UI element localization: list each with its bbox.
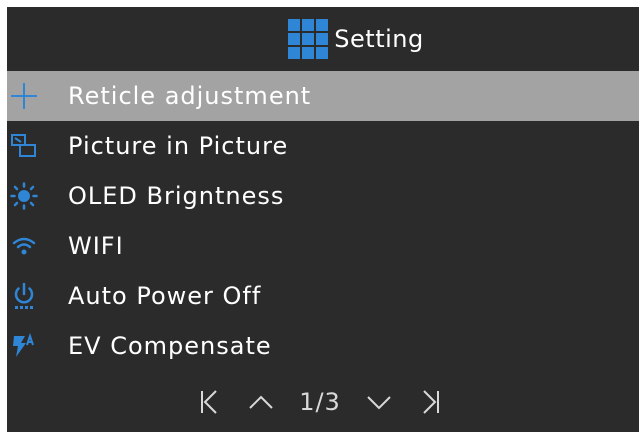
menu-item-reticle-adjustment[interactable]: Reticle adjustment <box>7 71 639 121</box>
menu-item-label: Picture in Picture <box>68 132 289 160</box>
page-title: Setting <box>334 25 424 53</box>
menu-item-ev-compensate[interactable]: EV Compensate <box>7 321 639 371</box>
chevron-up-icon[interactable] <box>247 388 275 416</box>
menu-item-label: WIFI <box>68 232 124 260</box>
page-indicator: 1/3 <box>299 388 341 416</box>
menu-item-label: Reticle adjustment <box>68 82 312 110</box>
menu-item-wifi[interactable]: WIFI <box>7 221 639 271</box>
menu-item-label: OLED Brigntness <box>68 182 285 210</box>
exposure-icon <box>10 332 38 360</box>
wifi-icon <box>10 232 38 260</box>
menu-item-label: EV Compensate <box>68 332 272 360</box>
last-page-icon[interactable] <box>417 388 445 416</box>
header-title-group: Setting <box>288 19 423 59</box>
picture-in-picture-icon <box>10 132 38 160</box>
menu-item-auto-power-off[interactable]: Auto Power Off <box>7 271 639 321</box>
chevron-down-icon[interactable] <box>365 388 393 416</box>
settings-menu: Reticle adjustment Picture in Picture OL… <box>7 71 639 371</box>
crosshair-icon <box>10 82 38 110</box>
menu-item-label: Auto Power Off <box>68 282 262 310</box>
menu-item-oled-brightness[interactable]: OLED Brigntness <box>7 171 639 221</box>
grid-menu-icon <box>288 19 329 59</box>
header: Setting <box>7 7 639 71</box>
sun-icon <box>10 182 38 210</box>
power-icon <box>10 282 38 310</box>
menu-item-picture-in-picture[interactable]: Picture in Picture <box>7 121 639 171</box>
settings-screen: Setting Reticle adjustment Picture in Pi <box>7 7 639 432</box>
first-page-icon[interactable] <box>195 388 223 416</box>
pagination: 1/3 <box>7 377 636 427</box>
